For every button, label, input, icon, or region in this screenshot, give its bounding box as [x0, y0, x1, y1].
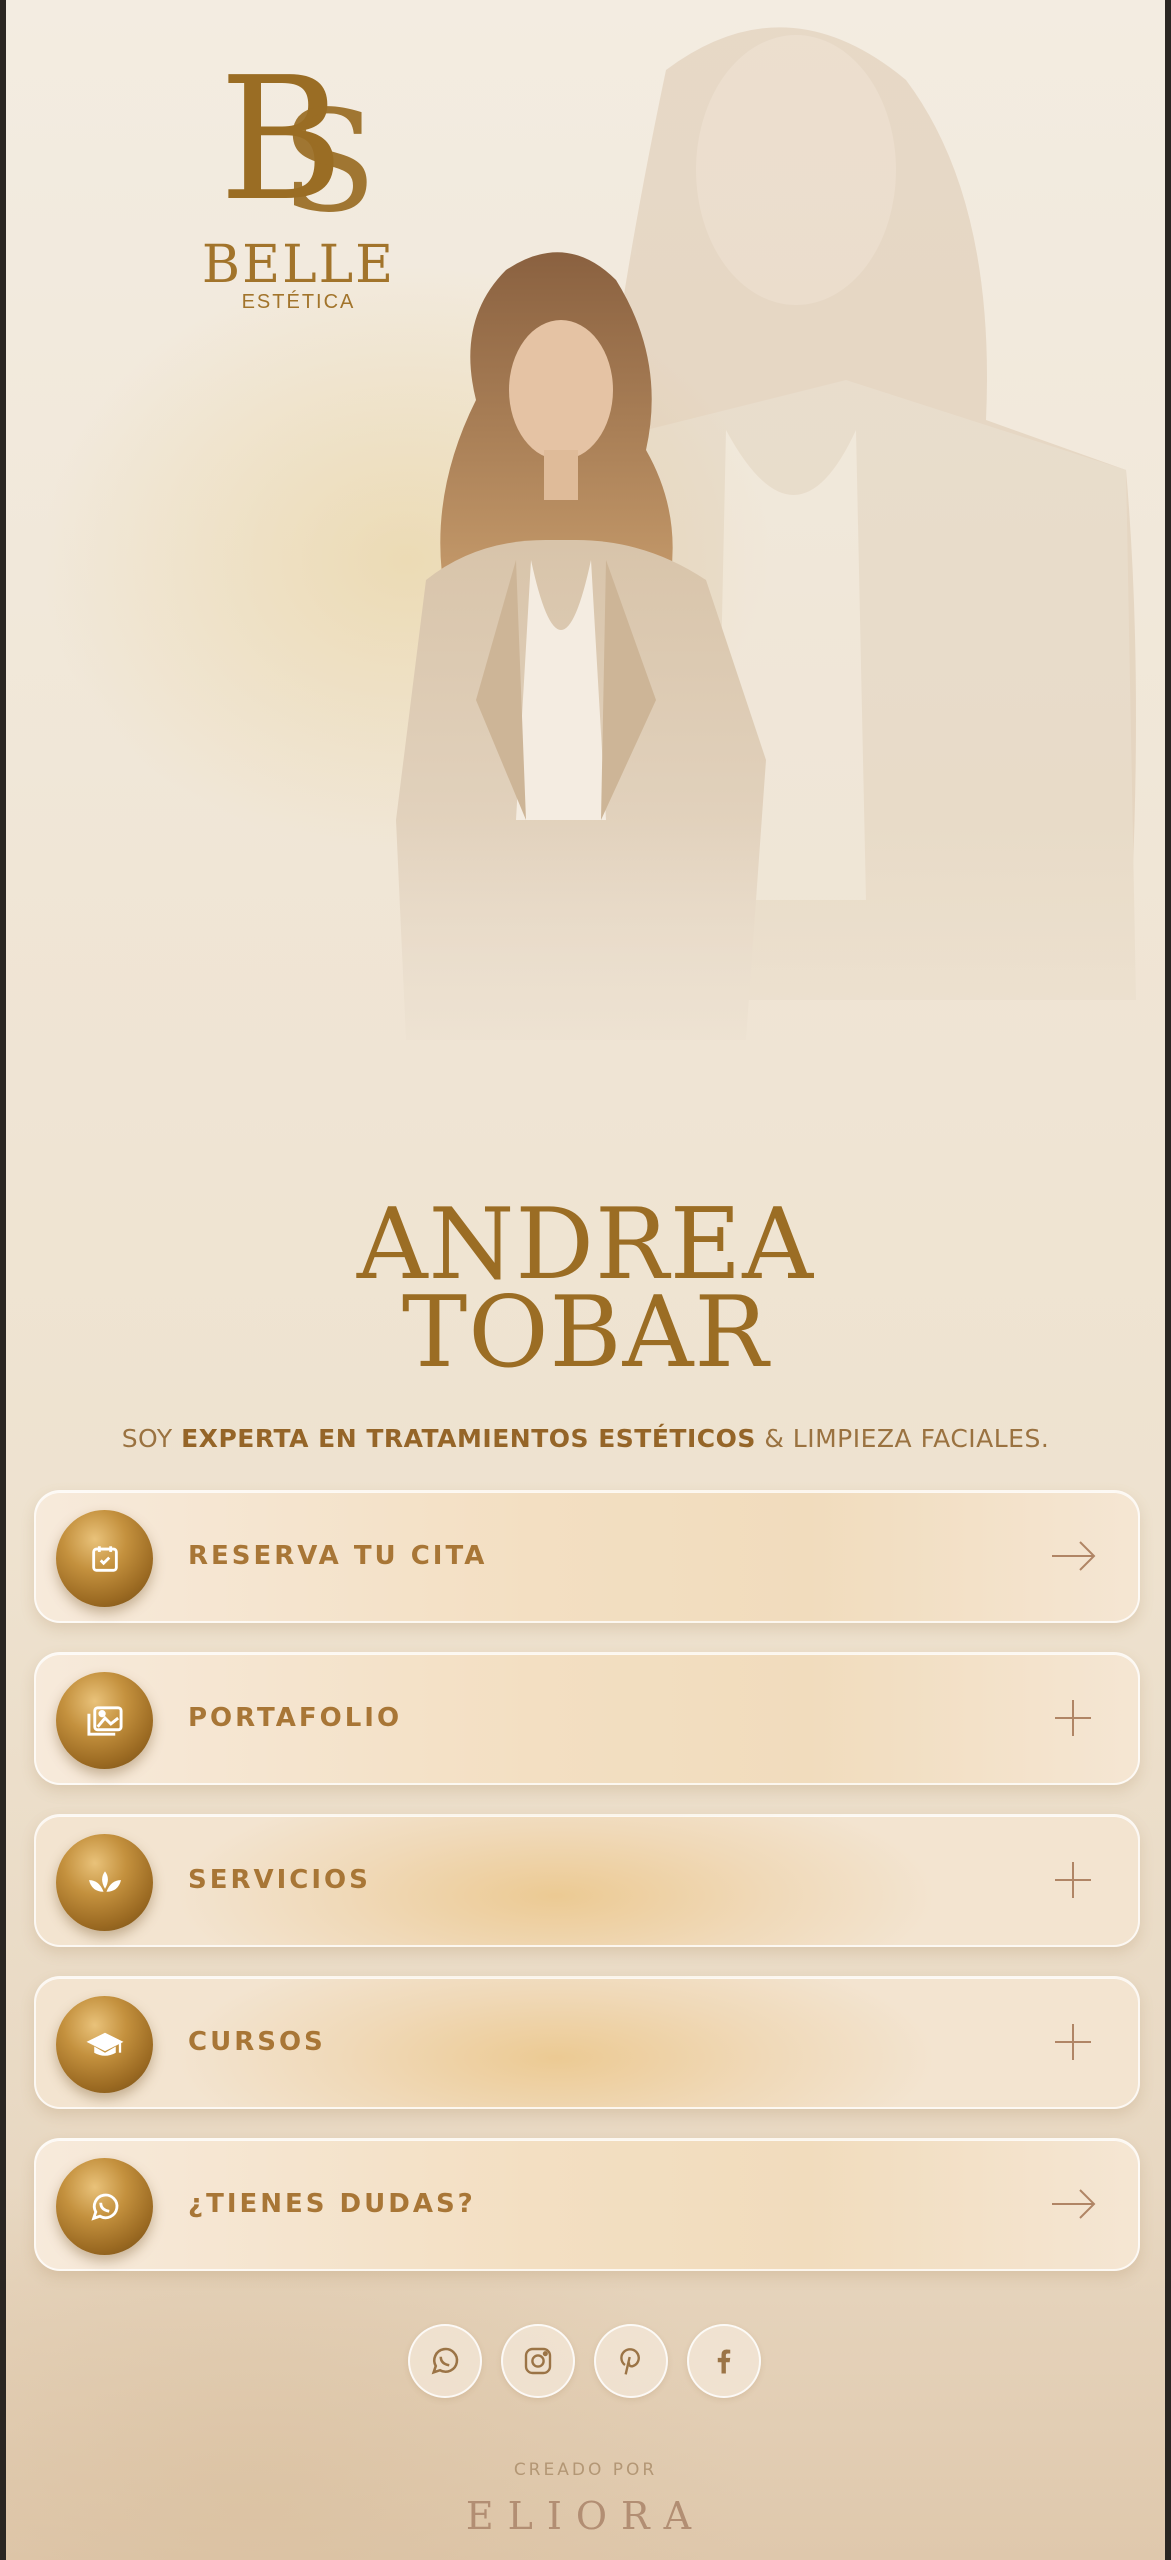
- menu-item-dudas[interactable]: ¿TIENES DUDAS?: [34, 2138, 1140, 2271]
- graduation-cap-icon: [86, 2032, 123, 2056]
- pinterest-icon: [620, 2348, 640, 2375]
- menu-label: CURSOS: [188, 2027, 326, 2057]
- menu-item-reserva[interactable]: RESERVA TU CITA: [34, 1490, 1140, 1623]
- menu-label: ¿TIENES DUDAS?: [188, 2189, 476, 2219]
- profile-tagline: SOY EXPERTA EN TRATAMIENTOS ESTÉTICOS & …: [6, 1424, 1165, 1453]
- profile-last-name: TOBAR: [401, 1276, 770, 1390]
- menu-icon-badge: [56, 1510, 153, 1607]
- arrow-right-icon: [1052, 2189, 1096, 2219]
- menu-label: RESERVA TU CITA: [188, 1541, 488, 1571]
- whatsapp-icon: [431, 2347, 459, 2375]
- facebook-icon: [717, 2349, 731, 2374]
- social-facebook-button[interactable]: [687, 2324, 761, 2398]
- logo-name: BELLE: [201, 235, 396, 295]
- menu-item-servicios[interactable]: SERVICIOS: [34, 1814, 1140, 1947]
- menu-icon-badge: [56, 2158, 153, 2255]
- lotus-icon: [88, 1870, 121, 1892]
- social-pinterest-button[interactable]: [594, 2324, 668, 2398]
- menu-item-cursos[interactable]: CURSOS: [34, 1976, 1140, 2109]
- tagline-suffix: & LIMPIEZA FACIALES.: [755, 1424, 1050, 1453]
- social-whatsapp-button[interactable]: [408, 2324, 482, 2398]
- social-instagram-button[interactable]: [501, 2324, 575, 2398]
- instagram-icon: [524, 2347, 552, 2375]
- model-portrait: [6, 27, 1165, 1120]
- calendar-check-icon: [91, 1545, 118, 1572]
- footer-brand[interactable]: ELIORA: [6, 2494, 1165, 2538]
- arrow-right-icon: [1052, 1541, 1096, 1571]
- menu-icon-badge: [56, 1996, 153, 2093]
- link-page: B S BELLE ESTÉTICA ANDREA TOBAR SOY EXPE…: [6, 0, 1165, 2560]
- svg-text:S: S: [281, 81, 377, 215]
- menu-label: SERVICIOS: [188, 1865, 371, 1895]
- gallery-icon: [86, 1705, 123, 1736]
- logo-monogram: B S: [219, 50, 377, 215]
- menu-icon-badge: [56, 1672, 153, 1769]
- plus-icon: [1055, 1862, 1091, 1898]
- whatsapp-icon: [90, 2193, 118, 2221]
- tagline-bold: EXPERTA EN TRATAMIENTOS ESTÉTICOS: [181, 1424, 756, 1453]
- brand-logo: B S BELLE ESTÉTICA: [196, 50, 401, 313]
- menu-item-portafolio[interactable]: PORTAFOLIO: [34, 1652, 1140, 1785]
- plus-icon: [1055, 1700, 1091, 1736]
- footer-credit: CREADO POR: [513, 2460, 658, 2480]
- menu-label: PORTAFOLIO: [188, 1703, 403, 1733]
- menu-icon-badge: [56, 1834, 153, 1931]
- tagline-prefix: SOY: [121, 1424, 182, 1453]
- plus-icon: [1055, 2024, 1091, 2060]
